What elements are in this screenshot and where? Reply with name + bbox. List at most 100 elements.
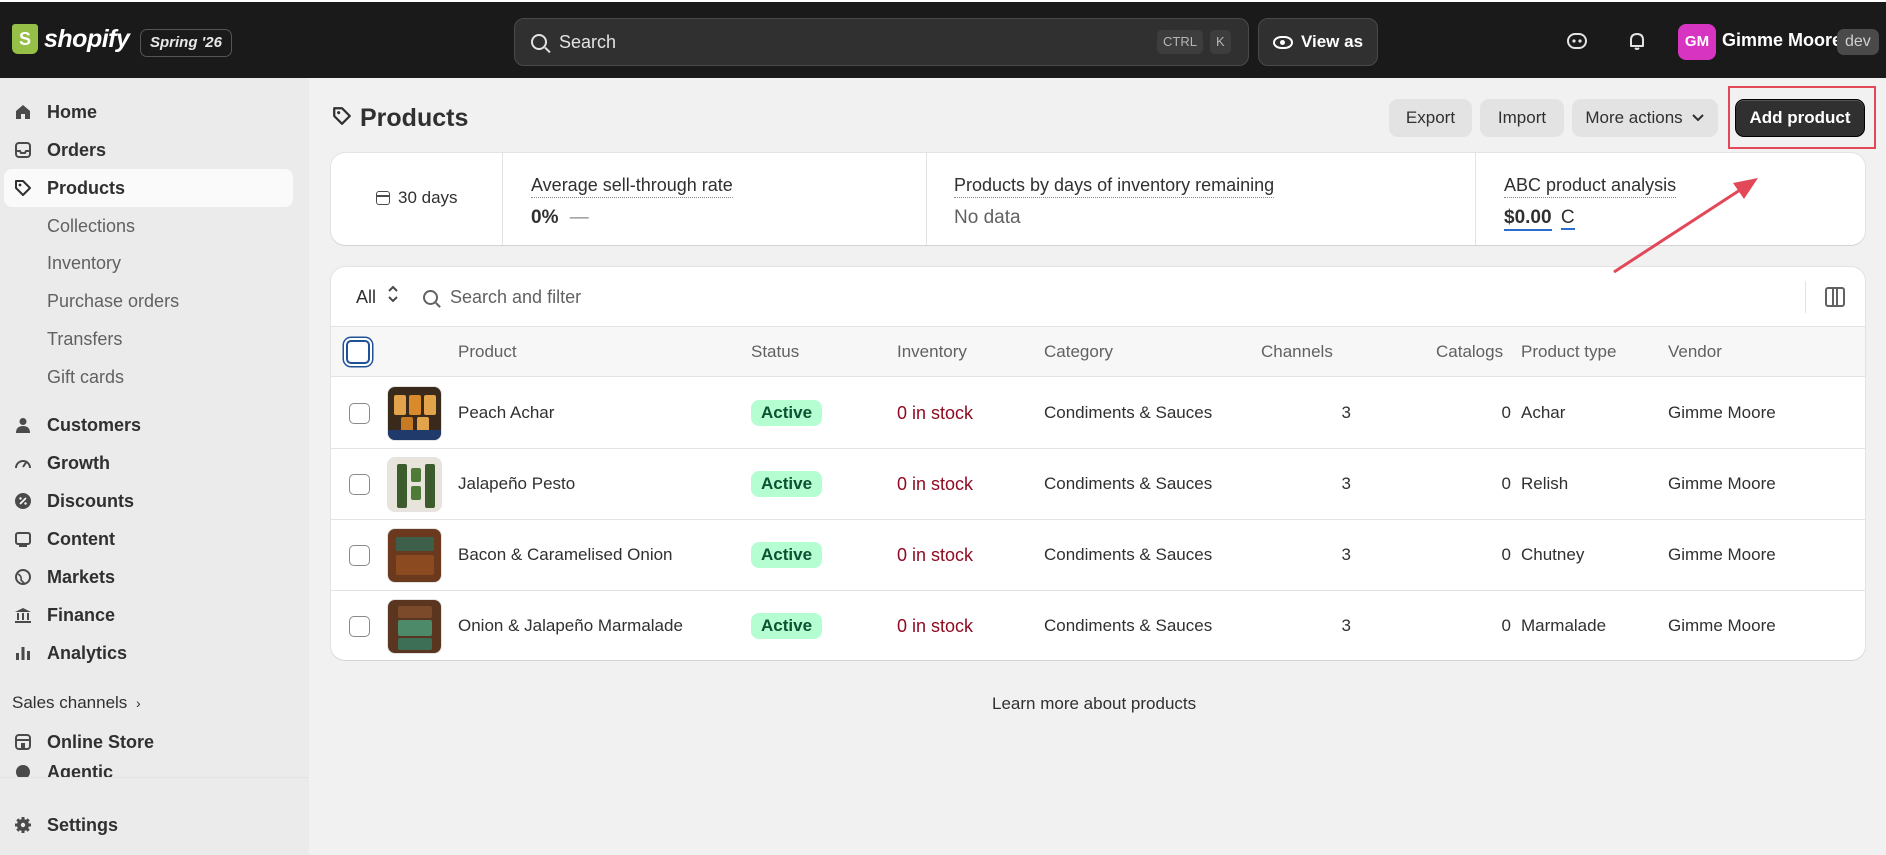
metric-value: 0% — [531, 207, 559, 228]
learn-more-link[interactable]: Learn more about products — [992, 694, 1196, 714]
column-header-vendor[interactable]: Vendor — [1668, 342, 1722, 362]
search-icon — [423, 290, 438, 305]
column-header-product[interactable]: Product — [458, 342, 517, 362]
view-select[interactable]: All — [356, 287, 376, 308]
inventory-value: 0 in stock — [897, 474, 974, 494]
edition-badge[interactable]: Spring '26 — [140, 29, 232, 57]
row-checkbox[interactable] — [349, 403, 370, 424]
export-button[interactable]: Export — [1389, 99, 1472, 137]
sidebar-item-finance[interactable]: Finance — [0, 596, 293, 634]
sidebar-item-settings[interactable]: Settings — [0, 806, 293, 844]
table-row[interactable]: Jalapeño Pesto Active 0 in stock Condime… — [331, 449, 1865, 520]
inventory-value: 0 in stock — [897, 545, 974, 565]
bell-icon[interactable] — [1626, 30, 1648, 52]
product-type-value: Relish — [1521, 474, 1569, 493]
table-row[interactable]: Onion & Jalapeño Marmalade Active 0 in s… — [331, 591, 1865, 660]
catalogs-value: 0 — [1501, 474, 1511, 493]
search-filter-input[interactable]: Search and filter — [423, 287, 581, 308]
sidebar-item-agentic[interactable]: Agentic — [0, 761, 293, 777]
sidebar-item-growth[interactable]: Growth — [0, 444, 293, 482]
metric-value-sell-through: 0% — — [531, 207, 589, 229]
agentic-icon — [13, 762, 33, 777]
sidebar-subitem-inventory[interactable]: Inventory — [47, 253, 121, 274]
dev-badge: dev — [1837, 29, 1879, 55]
chevron-down-icon — [1691, 108, 1705, 128]
page-title-text: Products — [360, 104, 469, 132]
sidebar-item-home[interactable]: Home — [0, 93, 293, 131]
product-type-value: Achar — [1521, 403, 1566, 422]
sidebar-item-products[interactable]: Products — [4, 169, 293, 207]
column-header-channels[interactable]: Channels — [1261, 342, 1333, 362]
bank-icon — [13, 605, 33, 625]
date-range-button[interactable]: 30 days — [376, 188, 458, 208]
product-type-value: Marmalade — [1521, 616, 1607, 635]
sidebar-item-analytics[interactable]: Analytics — [0, 634, 293, 672]
shortcut-k: K — [1210, 30, 1231, 54]
sidebar-subitem-purchase-orders[interactable]: Purchase orders — [47, 291, 179, 312]
product-name[interactable]: Bacon & Caramelised Onion — [458, 545, 673, 565]
shortcut-ctrl: CTRL — [1157, 30, 1203, 54]
metric-trend: — — [569, 207, 589, 228]
product-type-value: Chutney — [1521, 545, 1585, 564]
shopify-logo[interactable]: shopify — [12, 24, 130, 54]
sales-channels-header[interactable]: Sales channels › — [12, 693, 141, 713]
avatar[interactable]: GM — [1678, 24, 1716, 60]
chevron-right-icon: › — [136, 695, 141, 711]
sidebar-item-label: Online Store — [47, 731, 155, 752]
columns-icon[interactable] — [1825, 287, 1845, 307]
filter-divider — [1805, 281, 1806, 313]
sidebar-item-online-store[interactable]: Online Store — [0, 723, 293, 761]
category-value: Condiments & Sauces — [1044, 474, 1213, 493]
vendor-value: Gimme Moore — [1668, 616, 1776, 635]
gear-icon — [13, 815, 33, 835]
metric-grade: C — [1560, 207, 1575, 230]
page-title: Products — [332, 104, 468, 133]
search-icon — [531, 34, 547, 50]
select-all-checkbox[interactable] — [346, 340, 370, 364]
product-name[interactable]: Peach Achar — [458, 403, 554, 423]
table-row[interactable]: Peach Achar Active 0 in stock Condiments… — [331, 378, 1865, 449]
global-search[interactable]: Search CTRL K — [514, 18, 1249, 66]
metric-title-abc-analysis[interactable]: ABC product analysis — [1504, 175, 1677, 198]
metric-title-days-inventory[interactable]: Products by days of inventory remaining — [954, 175, 1275, 198]
sidebar-item-discounts[interactable]: Discounts — [0, 482, 293, 520]
catalogs-value: 0 — [1501, 545, 1511, 564]
product-name[interactable]: Onion & Jalapeño Marmalade — [458, 616, 683, 636]
sidebar-item-customers[interactable]: Customers — [0, 406, 293, 444]
sidebar-subitem-gift-cards[interactable]: Gift cards — [47, 367, 124, 388]
channels-value: 3 — [1341, 616, 1351, 635]
sidebar-item-label: Agentic — [47, 761, 114, 778]
view-as-button[interactable]: View as — [1258, 18, 1378, 66]
metric-divider — [926, 153, 927, 245]
product-name[interactable]: Jalapeño Pesto — [458, 474, 575, 494]
column-header-status[interactable]: Status — [751, 342, 799, 362]
column-header-product-type[interactable]: Product type — [1521, 342, 1616, 362]
catalogs-value: 0 — [1501, 403, 1511, 422]
inbox-icon — [13, 140, 33, 160]
channels-value: 3 — [1341, 403, 1351, 422]
metric-divider — [1475, 153, 1476, 245]
gauge-icon — [13, 453, 33, 473]
column-header-inventory[interactable]: Inventory — [897, 342, 967, 362]
sidebar-item-orders[interactable]: Orders — [0, 131, 293, 169]
search-filter-placeholder: Search and filter — [450, 287, 582, 307]
table-row[interactable]: Bacon & Caramelised Onion Active 0 in st… — [331, 520, 1865, 591]
row-checkbox[interactable] — [349, 545, 370, 566]
select-arrows-icon — [386, 284, 400, 304]
sidebar-subitem-collections[interactable]: Collections — [47, 216, 135, 237]
inventory-value: 0 in stock — [897, 616, 974, 636]
row-checkbox[interactable] — [349, 616, 370, 637]
sidekick-icon[interactable] — [1566, 30, 1588, 52]
status-badge: Active — [751, 542, 823, 568]
sidebar-item-content[interactable]: Content — [0, 520, 293, 558]
user-name[interactable]: Gimme Moore — [1722, 30, 1842, 51]
row-checkbox[interactable] — [349, 474, 370, 495]
sidebar-item-markets[interactable]: Markets — [0, 558, 293, 596]
column-header-category[interactable]: Category — [1044, 342, 1113, 362]
metric-title-sell-through[interactable]: Average sell-through rate — [531, 175, 733, 198]
person-icon — [13, 415, 33, 435]
sidebar-subitem-transfers[interactable]: Transfers — [47, 329, 122, 350]
column-header-catalogs[interactable]: Catalogs — [1436, 342, 1503, 362]
more-actions-button[interactable]: More actions — [1572, 99, 1718, 137]
import-button[interactable]: Import — [1480, 99, 1564, 137]
